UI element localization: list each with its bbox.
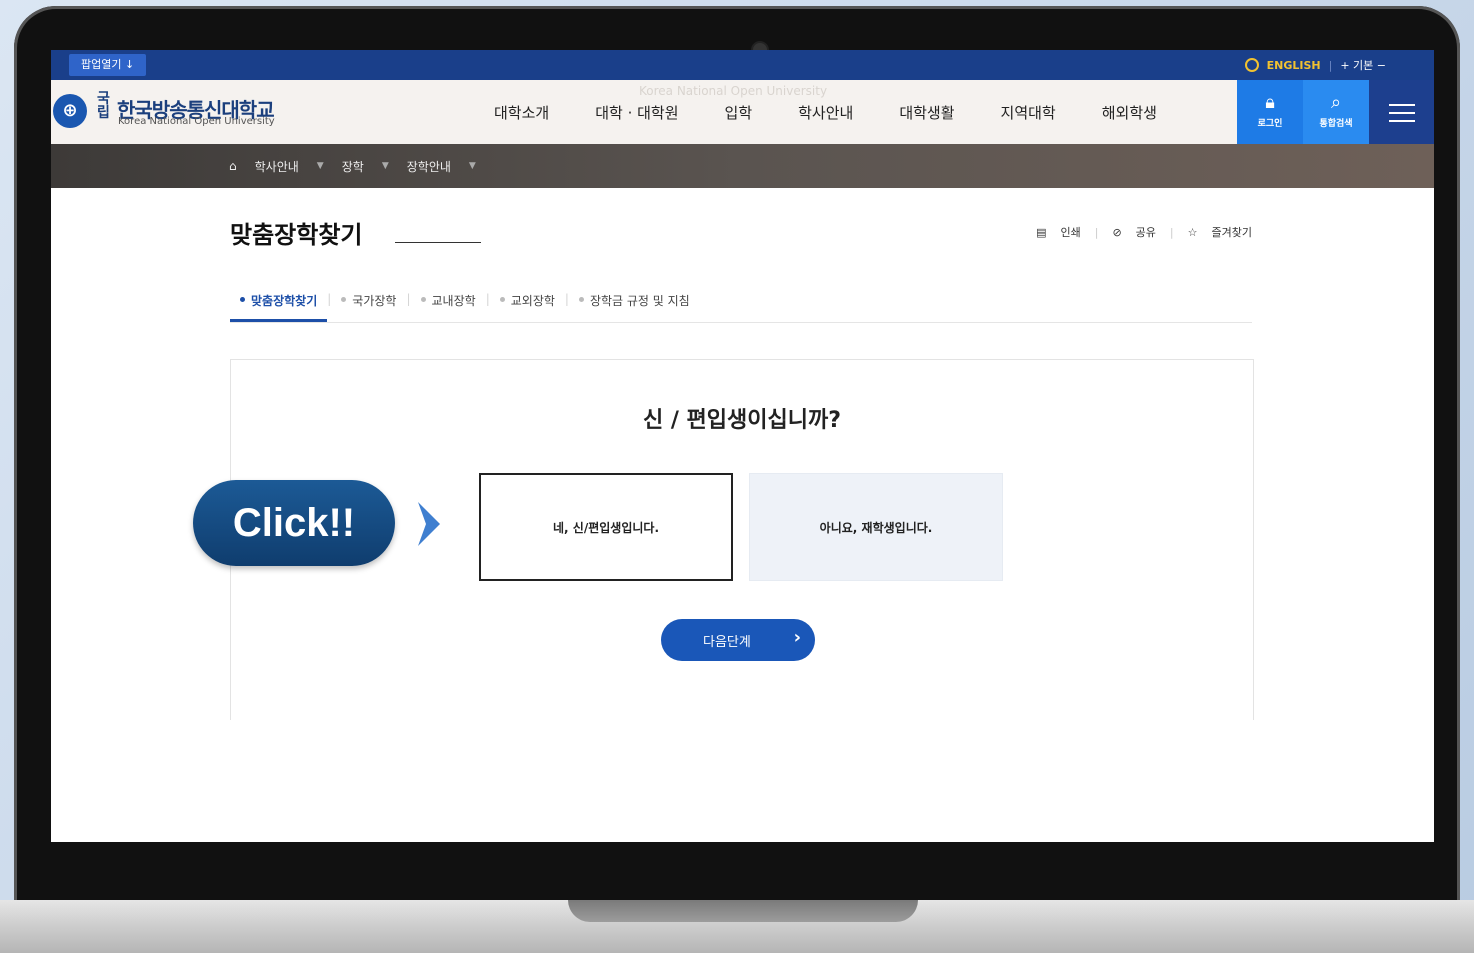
nav-item-campus-life[interactable]: 대학생활 [899,102,954,123]
breadcrumb-item-scholarship[interactable]: 장학 [342,158,364,175]
menu-button[interactable] [1369,80,1434,144]
search-label: 통합검색 [1319,119,1353,129]
title-underline [395,242,481,243]
logo-subtitle: Korea National Open University [118,116,275,127]
tab-custom-scholarship[interactable]: 맞춤장학찾기 [230,282,328,322]
hamburger-icon [1389,104,1415,128]
bullet-icon [499,297,505,302]
tab-internal-scholarship[interactable]: 교내장학 [411,282,486,322]
site-header: ⊕ 국립 한국방송통신대학교 Korea National Open Unive… [51,80,1434,145]
logo-national-mark: 국립 [97,91,110,121]
breadcrumb-items: ⌂ 학사안내 ▼ 장학 ▼ 장학안내 ▼ [229,144,476,188]
option-no-button[interactable]: 아니요, 재학생입니다. [749,473,1003,581]
nav-item-overseas[interactable]: 해외학생 [1102,102,1157,123]
divider: | [1169,225,1174,239]
university-logo-icon[interactable]: ⊕ [53,94,87,128]
bullet-icon [240,297,245,302]
next-step-button[interactable]: 다음단계 › [661,619,815,661]
utility-bar: 팝업열기 ↓ ENGLISH | + 기본 − [51,50,1434,80]
lock-icon: 🔒︎ [1265,92,1275,113]
tab-national-scholarship[interactable]: 국가장학 [331,282,406,322]
tab-label: 맞춤장학찾기 [251,294,318,308]
favorite-button[interactable]: 즐겨찾기 [1212,224,1252,240]
globe-icon [1244,58,1259,72]
font-size-control[interactable]: + 기본 − [1340,57,1386,73]
home-icon[interactable]: ⌂ [229,159,237,173]
nav-item-academic[interactable]: 학사안내 [798,102,853,123]
chevron-down-icon[interactable]: ▼ [317,161,324,171]
chevron-right-icon: › [793,627,801,648]
search-icon: ⌕ [1330,92,1342,113]
bullet-icon [578,297,584,302]
page-title: 맞춤장학찾기 [230,221,363,249]
chevron-right-icon [418,502,440,546]
breadcrumb: ⌂ 학사안내 ▼ 장학 ▼ 장학안내 ▼ [51,144,1434,188]
nav-item-college[interactable]: 대학 · 대학원 [595,102,678,123]
click-callout: Click!! [193,480,395,566]
popup-open-button[interactable]: 팝업열기 ↓ [69,54,147,76]
divider: | [1328,58,1333,72]
print-icon[interactable]: ▤ [1036,226,1046,239]
bullet-icon [341,297,347,302]
option-yes-button[interactable]: 네, 신/편입생입니다. [479,473,733,581]
question-heading: 신 / 편입생이십니까? [642,408,842,433]
main-nav: 대학소개 대학 · 대학원 입학 학사안내 대학생활 지역대학 해외학생 [494,80,1157,144]
chevron-down-icon[interactable]: ▼ [469,161,476,171]
login-label: 로그인 [1257,119,1283,129]
utility-right: ENGLISH | + 기본 − [1244,50,1386,80]
search-button[interactable]: ⌕ 통합검색 [1303,80,1369,144]
tab-label: 장학금 규정 및 지침 [589,294,690,308]
login-button[interactable]: 🔒︎ 로그인 [1237,80,1303,144]
tab-external-scholarship[interactable]: 교외장학 [490,282,565,322]
print-button[interactable]: 인쇄 [1060,224,1080,240]
share-button[interactable]: 공유 [1136,224,1156,240]
divider: | [1094,225,1099,239]
tab-label: 국가장학 [352,294,397,308]
page-tools: ▤ 인쇄 | ⊘ 공유 | ☆ 즐겨찾기 [1036,224,1252,240]
browser-screen: 팝업열기 ↓ ENGLISH | + 기본 − ⊕ 국립 한국방송통신대학교 K… [51,50,1434,842]
breadcrumb-item-academic[interactable]: 학사안내 [255,158,299,175]
breadcrumb-item-scholarship-info[interactable]: 장학안내 [407,158,451,175]
tab-label: 교내장학 [431,294,476,308]
nav-item-regional[interactable]: 지역대학 [1001,102,1056,123]
clip-icon[interactable]: ⊘ [1112,226,1121,239]
nav-item-admission[interactable]: 입학 [725,102,753,123]
star-icon[interactable]: ☆ [1188,226,1198,239]
bullet-icon [420,297,426,302]
next-step-label: 다음단계 [703,634,751,650]
laptop-notch [568,900,918,922]
english-link[interactable]: ENGLISH [1267,59,1321,72]
tab-scholarship-rules[interactable]: 장학금 규정 및 지침 [569,282,700,322]
tab-label: 교외장학 [510,294,555,308]
nav-item-about[interactable]: 대학소개 [494,102,549,123]
scholarship-tabs: 맞춤장학찾기 | 국가장학 | 교내장학 | 교외장학 | 장학금 규정 및 지… [230,282,1252,323]
chevron-down-icon[interactable]: ▼ [382,161,389,171]
